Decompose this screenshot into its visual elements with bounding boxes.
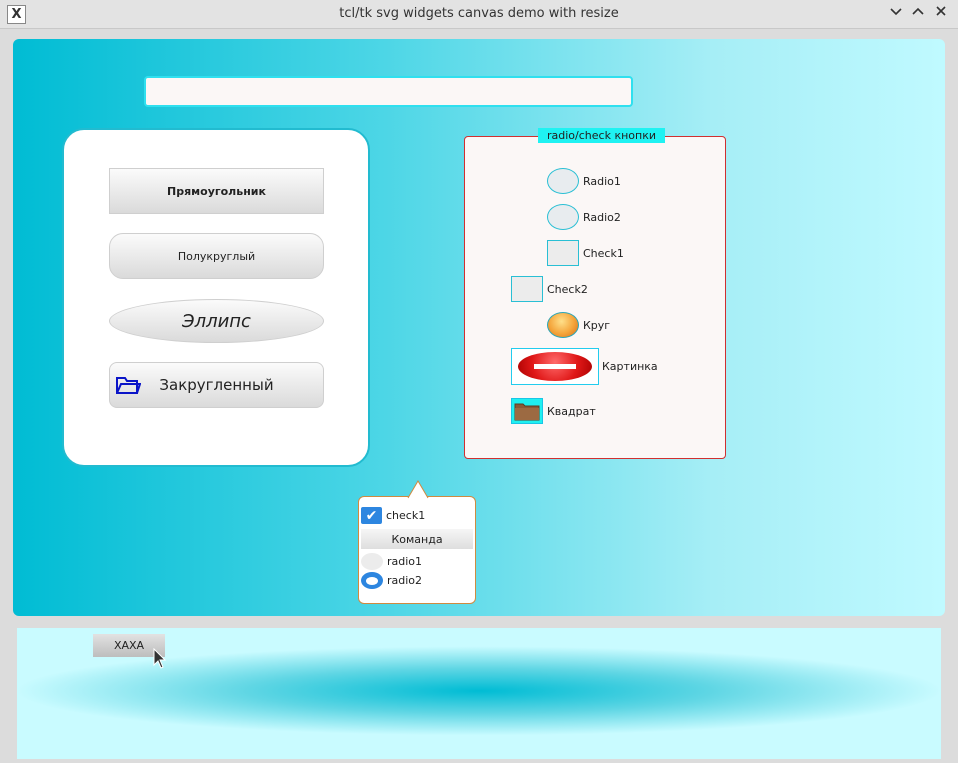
brown-folder-icon xyxy=(514,403,540,421)
rectangle-button-label: Прямоугольник xyxy=(167,184,266,198)
check1-indicator[interactable] xyxy=(547,240,579,266)
popup-check1[interactable]: ✔ check1 xyxy=(361,507,425,524)
popup-balloon: ✔ check1 Команда radio1 radio2 xyxy=(358,480,476,604)
popup-check1-label: check1 xyxy=(386,509,426,522)
radio1-indicator[interactable] xyxy=(547,168,579,194)
popup-radio2-label: radio2 xyxy=(387,574,423,587)
picture-indicator[interactable] xyxy=(511,348,599,385)
radio1-option[interactable]: Radio1 xyxy=(547,168,621,194)
check2-option[interactable]: Check2 xyxy=(511,276,588,302)
popup-radio1-label: radio1 xyxy=(387,555,423,568)
semicircle-button[interactable]: Полукруглый xyxy=(109,233,324,279)
check2-label: Check2 xyxy=(547,282,588,296)
square-option[interactable]: Квадрат xyxy=(511,398,596,424)
check1-label: Check1 xyxy=(583,246,624,260)
radio1-label: Radio1 xyxy=(583,174,621,188)
window-title: tcl/tk svg widgets canvas demo with resi… xyxy=(339,6,619,21)
check2-indicator[interactable] xyxy=(511,276,543,302)
circle-label: Круг xyxy=(583,318,611,332)
radio2-indicator[interactable] xyxy=(547,204,579,230)
radio2-circle[interactable] xyxy=(361,572,383,589)
circle-option[interactable]: Круг xyxy=(547,312,610,338)
buttons-panel: Прямоугольник Полукруглый Эллипс Закругл… xyxy=(62,128,370,467)
command-button-label: Команда xyxy=(391,532,443,546)
radio1-circle[interactable] xyxy=(361,553,383,570)
radio2-option[interactable]: Radio2 xyxy=(547,204,621,230)
rounded-button-label: Закругленный xyxy=(159,376,274,394)
top-entry-field[interactable] xyxy=(144,76,633,107)
minimize-icon[interactable] xyxy=(886,4,906,24)
maximize-icon[interactable] xyxy=(908,4,928,24)
folder-icon xyxy=(115,374,142,400)
balloon-tail xyxy=(407,480,429,499)
mouse-cursor-icon xyxy=(153,648,167,669)
ellipse-button-label: Эллипс xyxy=(182,310,251,332)
xaxa-button-label: XAXA xyxy=(113,639,145,652)
command-button[interactable]: Команда xyxy=(361,529,473,549)
close-icon[interactable] xyxy=(931,4,951,24)
rectangle-button[interactable]: Прямоугольник xyxy=(109,168,324,214)
panel-legend: radio/check кнопки xyxy=(538,128,665,143)
rounded-button[interactable]: Закругленный xyxy=(109,362,324,408)
radio-check-panel: radio/check кнопки Radio1 Radio2 Check1 … xyxy=(464,128,726,459)
checkmark-icon[interactable]: ✔ xyxy=(361,507,382,524)
orange-ball-icon[interactable] xyxy=(547,312,579,338)
title-bar: X tcl/tk svg widgets canvas demo with re… xyxy=(0,0,958,29)
picture-label: Картинка xyxy=(602,360,658,373)
semicircle-button-label: Полукруглый xyxy=(177,249,256,263)
main-canvas: Прямоугольник Полукруглый Эллипс Закругл… xyxy=(13,39,945,616)
picture-option[interactable]: Картинка xyxy=(511,348,658,385)
square-indicator[interactable] xyxy=(511,398,543,424)
no-entry-icon xyxy=(518,352,592,381)
check1-option[interactable]: Check1 xyxy=(547,240,624,266)
popup-radio1[interactable]: radio1 xyxy=(361,553,422,570)
popup-radio2[interactable]: radio2 xyxy=(361,572,422,589)
square-label: Квадрат xyxy=(547,404,596,418)
ellipse-button[interactable]: Эллипс xyxy=(109,299,324,343)
radio2-label: Radio2 xyxy=(583,210,621,224)
